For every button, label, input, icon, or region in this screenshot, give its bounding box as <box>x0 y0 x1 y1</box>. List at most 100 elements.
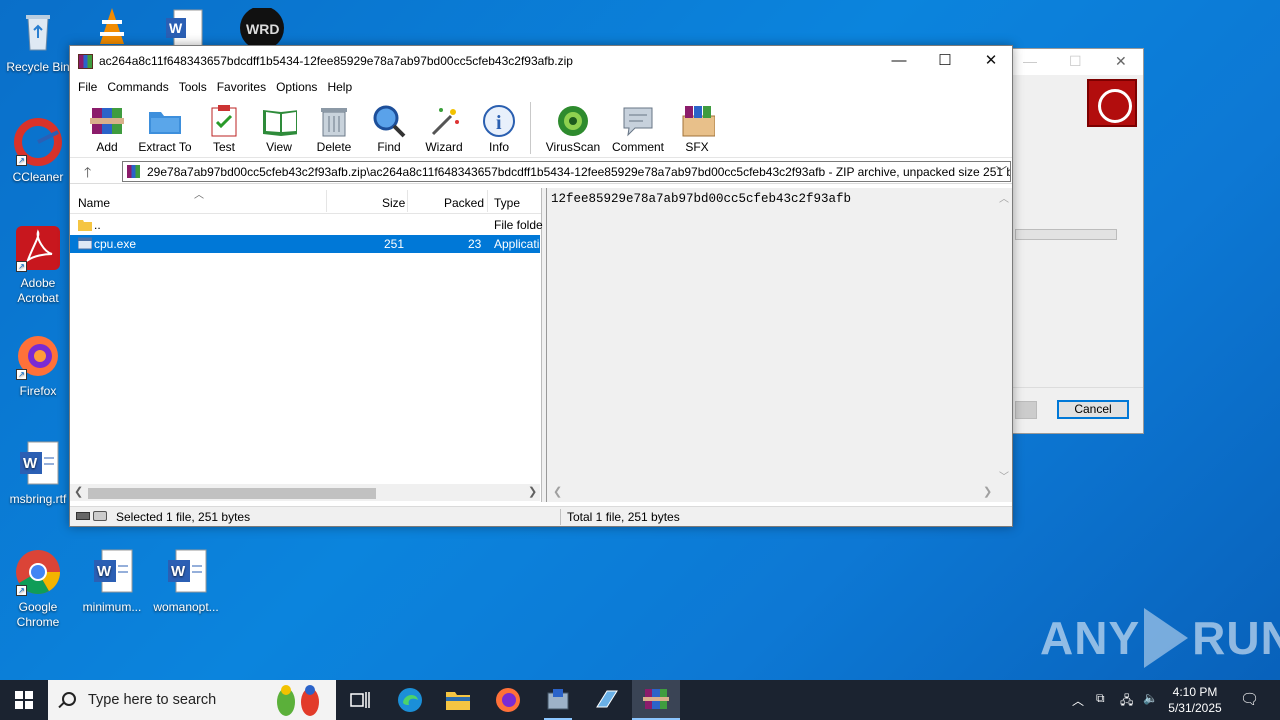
comment-pane: 12fee85929e78a7ab97bd00cc5cfeb43c2f93afb… <box>546 188 1012 502</box>
horizontal-scrollbar[interactable]: ❮ ❯ <box>70 484 540 501</box>
extract-to-button[interactable]: Extract To <box>134 98 196 154</box>
delete-button[interactable]: Delete <box>306 98 362 154</box>
executable-icon <box>78 237 92 250</box>
test-button[interactable]: Test <box>196 98 252 154</box>
chevron-up-icon[interactable]: ︿ <box>1072 692 1084 720</box>
scroll-right-icon[interactable]: ❯ <box>983 485 992 498</box>
anyrun-watermark: ANY RUN <box>1040 608 1280 668</box>
menu-tools[interactable]: Tools <box>174 80 212 94</box>
list-item[interactable]: .. File folde <box>70 216 543 234</box>
file-list: Name ︿ Size Packed Type .. File folde cp… <box>70 188 543 502</box>
virusscan-button[interactable]: VirusScan <box>539 98 607 154</box>
minimize-button[interactable]: — <box>876 46 922 76</box>
sort-arrow-icon: ︿ <box>194 190 204 201</box>
maximize-button[interactable]: ☐ <box>922 46 968 76</box>
scroll-up-icon[interactable]: ︿ <box>999 190 1009 205</box>
column-name[interactable]: Name <box>78 196 110 210</box>
address-text: 29e78a7ab97bd00cc5cfeb43c2f93afb.zip\ac2… <box>147 165 1011 179</box>
list-item-selected[interactable]: cpu.exe 251 23 Applicati <box>70 235 540 253</box>
desktop-icon-label: womanopt... <box>153 600 219 614</box>
search-placeholder: Type here to search <box>88 692 217 708</box>
up-arrow-icon[interactable]: 🡑 <box>84 162 91 186</box>
word-document-icon: W <box>162 548 210 596</box>
folder-icon <box>78 220 92 231</box>
info-button[interactable]: i Info <box>472 98 526 154</box>
desktop-icon-adobe-acrobat[interactable]: ↗ Adobe Acrobat <box>0 224 76 306</box>
installer-taskbar-button[interactable] <box>534 680 582 720</box>
chevron-down-icon[interactable]: ﹀ <box>996 163 1007 179</box>
column-header: Name ︿ Size Packed Type <box>70 188 541 214</box>
menu-commands[interactable]: Commands <box>102 80 173 94</box>
close-icon[interactable]: ✕ <box>1115 53 1127 70</box>
start-button[interactable] <box>0 680 48 720</box>
taskbar: Type here to search ︿ ⧉ 🖧 🔈 4:10 PM 5/31… <box>0 680 1280 720</box>
column-size[interactable]: Size <box>382 196 405 210</box>
comment-button[interactable]: Comment <box>607 98 669 154</box>
cancel-button[interactable]: Cancel <box>1057 400 1129 419</box>
desktop-icon-womanopt[interactable]: W womanopt... <box>148 548 224 615</box>
scroll-down-icon[interactable]: ﹀ <box>999 468 1009 483</box>
file-explorer-button[interactable] <box>434 680 482 720</box>
column-type[interactable]: Type <box>494 196 520 210</box>
key-icon[interactable] <box>93 511 107 521</box>
edge-icon <box>398 688 422 712</box>
minimize-icon[interactable]: — <box>1023 53 1037 69</box>
magnifier-icon <box>371 104 407 138</box>
scroll-right-icon[interactable]: ❯ <box>528 485 537 498</box>
search-box[interactable]: Type here to search <box>48 680 336 720</box>
titlebar: ac264a8c11f648343657bdcdff1b5434-12fee85… <box>70 46 1012 76</box>
acrobat-icon: ↗ <box>14 224 62 272</box>
disabled-button[interactable] <box>1015 401 1037 419</box>
find-button[interactable]: Find <box>362 98 416 154</box>
notepad-taskbar-button[interactable] <box>582 680 630 720</box>
maximize-icon[interactable]: ☐ <box>1069 53 1082 70</box>
network-icon[interactable]: 🖧 <box>1120 691 1133 720</box>
clock-date: 5/31/2025 <box>1168 701 1222 715</box>
address-bar[interactable]: 29e78a7ab97bd00cc5cfeb43c2f93afb.zip\ac2… <box>122 161 1011 182</box>
vlc-icon[interactable] <box>92 6 132 49</box>
drive-icon[interactable] <box>76 512 90 520</box>
vertical-scrollbar[interactable]: ︿ ﹀ <box>995 188 1012 484</box>
horizontal-scrollbar[interactable]: ❮ ❯ <box>547 484 996 501</box>
file-name: cpu.exe <box>94 237 137 251</box>
svg-text:i: i <box>496 112 502 134</box>
edge-taskbar-button[interactable] <box>386 680 434 720</box>
notifications-icon[interactable]: 🗨 <box>1240 690 1259 720</box>
file-type: File folde <box>494 218 543 232</box>
desktop-icon-ccleaner[interactable]: ↗ CCleaner <box>0 118 76 185</box>
scrollbar-thumb[interactable] <box>88 488 376 499</box>
sfx-button[interactable]: SFX <box>669 98 725 154</box>
toolbar-separator <box>530 102 531 154</box>
scroll-left-icon[interactable]: ❮ <box>553 485 562 498</box>
view-button[interactable]: View <box>252 98 306 154</box>
sfx-box-icon <box>679 104 715 138</box>
add-button[interactable]: Add <box>80 98 134 154</box>
desktop-icon-google-chrome[interactable]: ↗ Google Chrome <box>0 548 76 630</box>
address-row: 🡑 29e78a7ab97bd00cc5cfeb43c2f93afb.zip\a… <box>70 158 1012 184</box>
desktop-icon-firefox[interactable]: ↗ Firefox <box>0 332 76 399</box>
network-device-icon[interactable]: ⧉ <box>1096 691 1105 720</box>
clock[interactable]: 4:10 PM 5/31/2025 <box>1160 684 1230 716</box>
scroll-left-icon[interactable]: ❮ <box>74 485 83 498</box>
task-view-button[interactable] <box>336 680 384 720</box>
menu-help[interactable]: Help <box>322 80 357 94</box>
close-button[interactable]: ✕ <box>968 46 1014 76</box>
desktop-icon-msbring[interactable]: W msbring.rtf <box>0 440 76 507</box>
recycle-bin-icon <box>14 8 62 56</box>
menu-file[interactable]: File <box>73 80 102 94</box>
desktop-icon-recycle-bin[interactable]: Recycle Bin <box>0 8 76 75</box>
desktop-icon-label: msbring.rtf <box>9 492 67 506</box>
winrar-taskbar-button[interactable] <box>632 680 680 720</box>
menu-favorites[interactable]: Favorites <box>212 80 271 94</box>
firefox-taskbar-button[interactable] <box>484 680 532 720</box>
menu-options[interactable]: Options <box>271 80 322 94</box>
status-total: Total 1 file, 251 bytes <box>567 510 680 524</box>
volume-icon[interactable]: 🔈 <box>1143 691 1158 720</box>
search-icon <box>62 692 76 706</box>
wizard-button[interactable]: Wizard <box>416 98 472 154</box>
column-packed[interactable]: Packed <box>444 196 484 210</box>
installer-icon <box>547 689 569 710</box>
archive-icon <box>127 165 140 178</box>
desktop-icon-minimum[interactable]: W minimum... <box>74 548 150 615</box>
svg-text:W: W <box>23 455 38 472</box>
